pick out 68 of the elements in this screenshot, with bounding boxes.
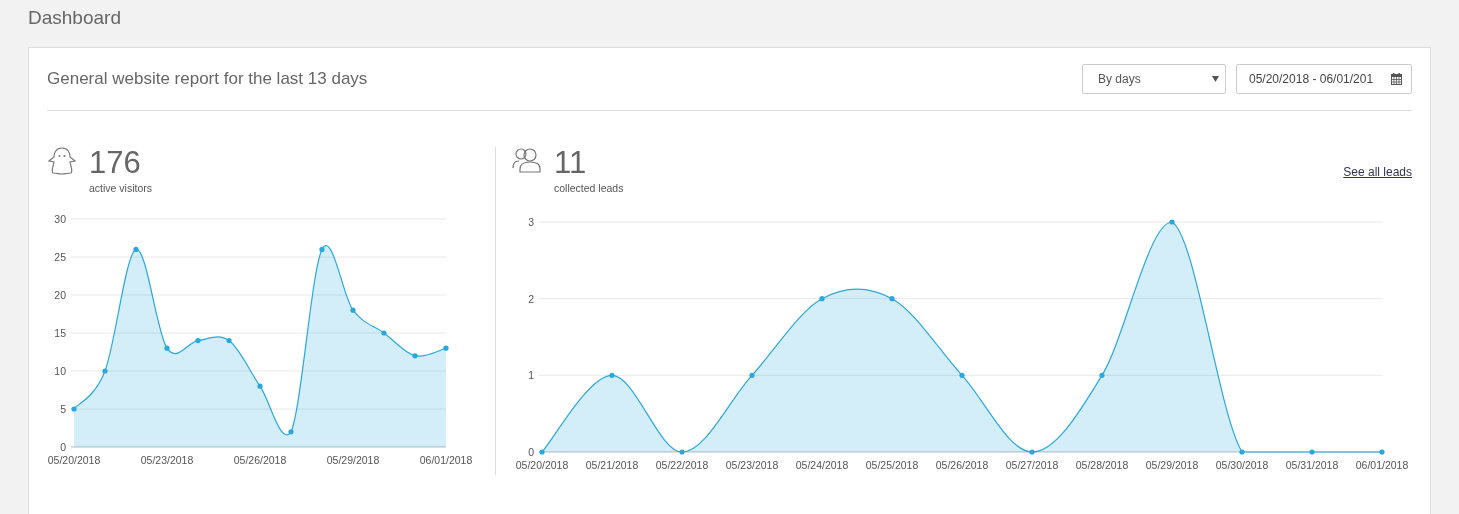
y-axis-label: 10 [54,365,66,377]
x-axis-label: 05/29/2018 [1145,459,1199,471]
x-axis-label: 05/26/2018 [233,454,287,466]
data-point [959,372,965,378]
data-point [749,372,755,378]
x-axis-label: 05/23/2018 [140,454,194,466]
data-point [102,368,108,374]
data-point [288,429,294,435]
data-point [1029,449,1035,455]
data-point [1379,449,1385,455]
data-point [889,296,895,302]
caret-icon [1212,76,1219,82]
data-point [819,296,825,302]
see-all-leads-link[interactable]: See all leads [1343,165,1412,179]
data-point [71,406,77,412]
x-axis-label: 05/20/2018 [47,454,101,466]
data-point [679,449,685,455]
data-point [539,449,545,455]
x-axis-label: 06/01/2018 [419,454,473,466]
y-axis-label: 5 [60,403,66,415]
page-title: Dashboard [28,7,122,29]
data-point [1309,449,1315,455]
stat-label: collected leads [554,182,624,194]
x-axis-label: 05/25/2018 [865,459,919,471]
x-axis-label: 05/29/2018 [326,454,380,466]
x-axis-label: 05/22/2018 [655,459,709,471]
y-axis-label: 0 [528,446,534,458]
x-axis-label: 06/01/2018 [1355,459,1409,471]
x-axis-label: 05/27/2018 [1005,459,1059,471]
y-axis-label: 1 [528,369,534,382]
report-title: General website report for the last 13 days [47,69,368,89]
ghost-icon [47,147,77,175]
x-axis-label: 05/28/2018 [1075,459,1129,471]
data-point [257,383,263,389]
y-axis-label: 25 [54,251,66,263]
x-axis-label: 05/26/2018 [935,459,989,471]
data-point [164,345,170,351]
data-point [350,307,356,313]
data-point [133,246,139,252]
x-axis-label: 05/20/2018 [515,459,569,471]
data-point [443,345,449,351]
calendar-icon [1391,73,1402,85]
data-point [609,372,615,378]
stat-count: 176 [89,147,142,179]
data-point [1239,449,1245,455]
y-axis-label: 2 [528,292,534,305]
y-axis-label: 3 [528,216,534,228]
y-axis-label: 20 [54,289,66,301]
x-axis-label: 05/23/2018 [725,459,779,471]
data-point [381,330,387,336]
data-point [319,246,325,252]
data-point [1169,219,1175,225]
x-axis-label: 05/30/2018 [1215,459,1269,471]
data-point [195,338,201,344]
y-axis-label: 15 [54,327,66,339]
stat-count: 11 [554,147,588,179]
data-point [412,353,418,359]
y-axis-label: 0 [60,441,66,453]
x-axis-label: 05/31/2018 [1285,459,1339,471]
y-axis-label: 30 [54,213,66,225]
x-axis-label: 05/24/2018 [795,459,849,471]
users-icon [512,147,542,173]
x-axis-label: 05/21/2018 [585,459,639,471]
date-range-field[interactable]: 05/20/2018 - 06/01/201 [1236,64,1412,94]
period-select[interactable]: By days [1082,64,1226,94]
data-point [226,338,232,344]
data-point [1099,372,1105,378]
stat-label: active visitors [89,182,152,194]
